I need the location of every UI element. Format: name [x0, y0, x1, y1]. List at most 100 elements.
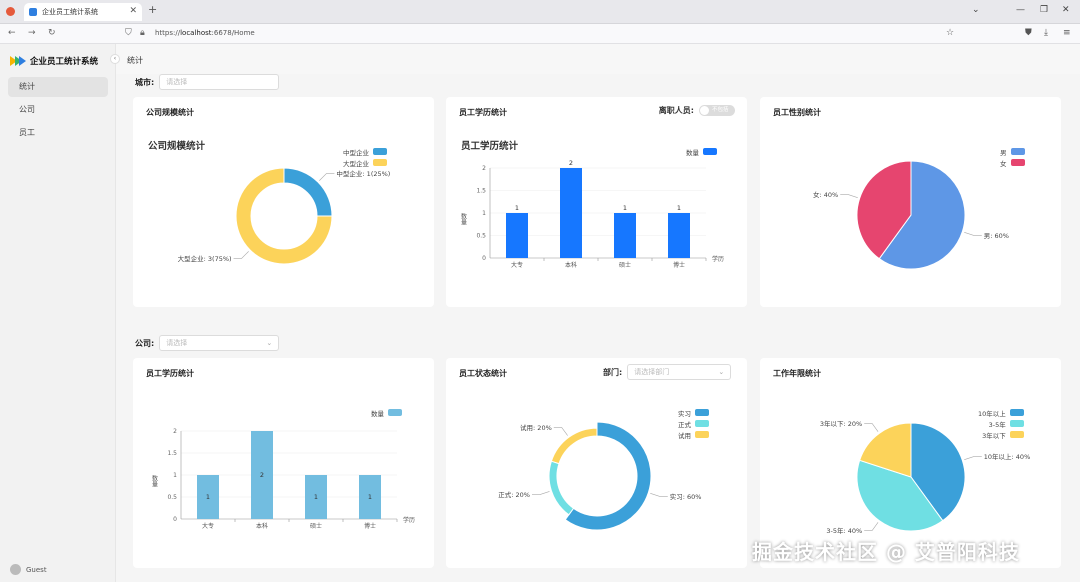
address-bar: ← → ↻ ⛉ 🔒︎ https://localhost:6678/Home ☆… — [0, 24, 1080, 44]
city-filter: 城市: 请选择 — [135, 74, 280, 90]
browser-menu-icon[interactable] — [6, 7, 15, 16]
restore-icon[interactable]: ❐ — [1040, 5, 1048, 15]
education-bar-chart-2: 0 0.5 1 1.5 2 数量学历大专 1 本科 2 硕士 1 博士 1 — [151, 428, 416, 530]
label-leader-line — [964, 232, 982, 236]
status-card: 员工状态统计 部门: 请选择部门 ⌄ 实习 正式 试用 实习: 60% 正式: 20… — [446, 358, 747, 568]
favicon-icon — [29, 8, 37, 16]
user-name: Guest — [26, 565, 47, 574]
y-tick-label: 0.5 — [476, 233, 486, 240]
label-leader-line — [964, 456, 982, 460]
gender-pie-chart: 男: 60% 女: 40% — [813, 160, 1009, 270]
browser-tab[interactable]: 企业员工统计系统 ✕ — [24, 3, 142, 21]
browser-tab-strip: 企业员工统计系统 ✕ + ⌄ — ❐ ✕ — [0, 0, 1080, 24]
company-filter: 公司: 请选择 ⌄ — [135, 335, 280, 351]
y-tick-label: 1 — [173, 472, 177, 479]
label-leader-line — [650, 493, 668, 497]
shield-icon[interactable]: ⛉ — [125, 28, 132, 38]
y-tick-label: 1 — [482, 210, 486, 217]
close-tab-icon[interactable]: ✕ — [129, 6, 137, 16]
close-window-icon[interactable]: ✕ — [1062, 5, 1070, 15]
slice-label: 中型企业: 1(25%) — [336, 169, 390, 178]
y-axis-label: 数量 — [460, 212, 467, 226]
sidebar: 企业员工统计系统 统计 公司 员工 Guest — [0, 44, 116, 582]
top-bar: 统计 — [116, 44, 1080, 74]
y-axis-label: 数量 — [151, 474, 158, 488]
data-label: 1 — [677, 204, 681, 212]
x-axis-label: 学历 — [712, 255, 724, 263]
slice-label: 正式: 20% — [498, 490, 530, 499]
education-card: 员工学历统计 离职人员: 不包括 员工学历统计 数量 0 0.5 1 1.5 2 数量 学历… — [446, 97, 747, 307]
app-logo: 企业员工统计系统 — [10, 55, 98, 67]
user-profile[interactable]: Guest — [10, 564, 47, 575]
x-tick-label: 博士 — [364, 522, 376, 530]
label-leader-line — [233, 251, 249, 259]
y-tick-label: 2 — [173, 428, 177, 435]
data-label: 1 — [623, 204, 627, 212]
back-icon[interactable]: ← — [8, 28, 16, 38]
sidebar-item-stats[interactable]: 统计 — [8, 77, 108, 97]
slice-label: 3年以下: 20% — [820, 419, 862, 428]
bar — [668, 213, 690, 258]
y-tick-label: 2 — [482, 165, 486, 172]
url-field[interactable]: https://localhost:6678/Home — [155, 29, 255, 37]
x-tick-label: 大专 — [202, 522, 214, 530]
x-tick-label: 博士 — [673, 261, 685, 269]
y-tick-label: 0.5 — [167, 494, 177, 501]
collapse-sidebar-icon[interactable]: ‹ — [110, 54, 120, 64]
x-tick-label: 本科 — [565, 261, 577, 269]
bar — [614, 213, 636, 258]
breadcrumb: 统计 — [127, 56, 143, 65]
education-card-2: 员工学历统计 数量 0 0.5 1 1.5 2 数量 学历 大专 1 本科 2 硕士 1 博士 1 — [133, 358, 434, 568]
watermark: 掘金技术社区 @ 艾普阳科技 — [752, 540, 1020, 564]
slice-label: 女: 40% — [813, 190, 838, 199]
x-axis-label: 学历 — [403, 516, 415, 524]
label-leader-line — [840, 194, 858, 198]
chevron-down-icon: ⌄ — [266, 339, 273, 347]
education-bar-chart: 0 0.5 1 1.5 2 数量学历大专 1 本科 2 硕士 1 博士 1 — [460, 159, 725, 269]
tab-title: 企业员工统计系统 — [42, 8, 98, 16]
x-tick-label: 硕士 — [619, 261, 631, 269]
label-leader-line — [319, 173, 335, 181]
data-label: 1 — [515, 204, 519, 212]
company-label: 公司: — [135, 338, 155, 348]
data-label: 1 — [206, 493, 210, 501]
bar — [560, 168, 582, 258]
app-menu-icon[interactable]: ≡ — [1063, 28, 1071, 38]
slice-label: 试用: 20% — [520, 423, 552, 432]
label-leader-line — [532, 491, 550, 495]
city-label: 城市: — [135, 77, 155, 87]
y-tick-label: 1.5 — [476, 188, 486, 195]
data-label: 1 — [314, 493, 318, 501]
sidebar-item-employee[interactable]: 员工 — [8, 123, 108, 143]
pocket-icon[interactable]: ⛊ — [1025, 28, 1032, 38]
company-select[interactable]: 请选择 ⌄ — [159, 335, 280, 351]
tab-list-icon[interactable]: ⌄ — [972, 5, 980, 15]
gender-card: 员工性别统计 男 女 男: 60% 女: 40% — [760, 97, 1061, 307]
pie-slice — [548, 460, 575, 516]
bar — [506, 213, 528, 258]
y-tick-label: 1.5 — [167, 450, 177, 457]
x-tick-label: 本科 — [256, 522, 268, 530]
slice-label: 10年以上: 40% — [984, 452, 1030, 461]
lock-icon[interactable]: 🔒︎ — [140, 28, 145, 38]
city-select[interactable]: 请选择 — [159, 74, 280, 90]
sidebar-item-company[interactable]: 公司 — [8, 100, 108, 120]
forward-icon[interactable]: → — [28, 28, 36, 38]
label-leader-line — [864, 423, 879, 432]
company-scale-donut: 中型企业: 1(25%) 大型企业: 3(75%) — [178, 167, 390, 265]
data-label: 1 — [368, 493, 372, 501]
y-tick-label: 0 — [173, 516, 177, 523]
bookmark-star-icon[interactable]: ☆ — [946, 28, 954, 38]
minimize-icon[interactable]: — — [1016, 5, 1025, 15]
y-tick-label: 0 — [482, 255, 486, 262]
company-scale-card: 公司规模统计 公司规模统计 中型企业 大型企业 中型企业: 1(25%) 大型企业… — [133, 97, 434, 307]
reload-icon[interactable]: ↻ — [48, 28, 56, 38]
new-tab-icon[interactable]: + — [148, 3, 157, 16]
slice-label: 实习: 60% — [670, 492, 702, 501]
slice-label: 男: 60% — [984, 232, 1009, 240]
pie-slice — [550, 427, 598, 465]
label-leader-line — [864, 522, 879, 531]
download-icon[interactable]: ⤓ — [1044, 28, 1048, 38]
status-donut-chart: 实习: 60% 正式: 20% 试用: 20% — [498, 421, 702, 531]
x-tick-label: 大专 — [511, 261, 523, 269]
